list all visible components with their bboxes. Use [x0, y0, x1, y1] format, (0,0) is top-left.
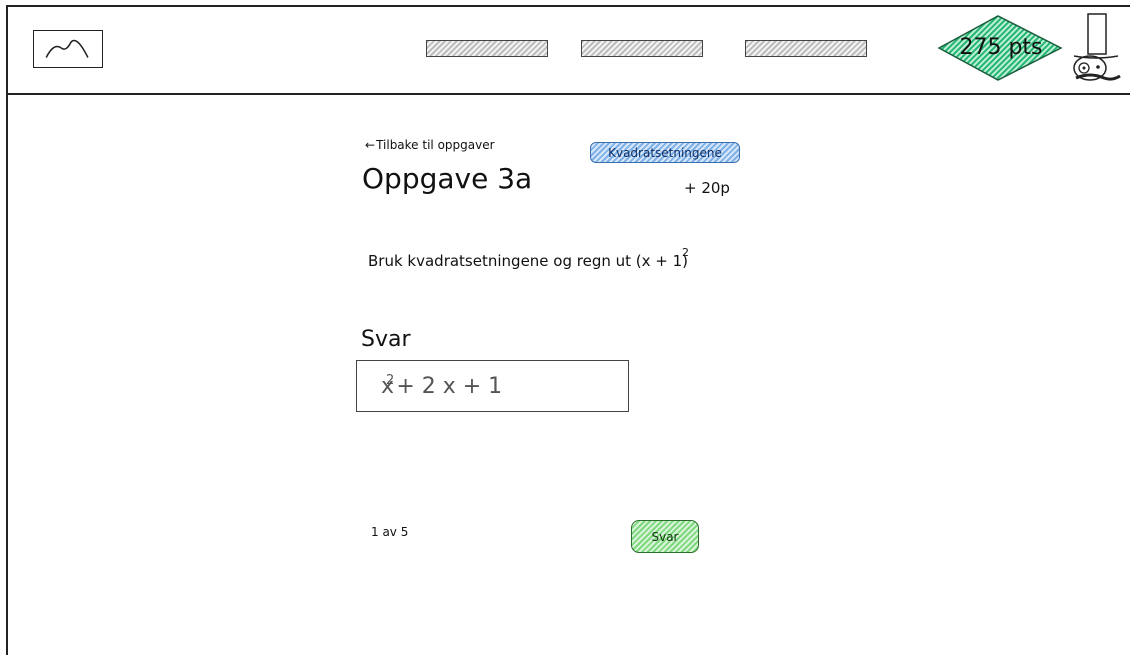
nav-item-2[interactable]: [581, 40, 703, 57]
page-title: Oppgave 3a: [362, 162, 533, 195]
answer-exponent: 2: [386, 372, 395, 388]
page-counter: 1 av 5: [371, 525, 409, 539]
logo[interactable]: [33, 30, 103, 68]
arrow-left-icon: ←: [365, 138, 376, 152]
answer-label: Svar: [361, 327, 411, 352]
points-badge: 275 pts: [936, 14, 1066, 84]
question-text: Bruk kvadratsetningene og regn ut (x + 1…: [368, 246, 689, 270]
nav-item-3[interactable]: [745, 40, 867, 57]
back-to-tasks-link[interactable]: ← Tilbake til oppgaver: [365, 138, 495, 152]
top-bar: 275 pts: [6, 5, 1130, 95]
chef-avatar-icon: [1073, 13, 1121, 81]
answer-input[interactable]: x2 + 2 x + 1: [356, 360, 629, 412]
answer-rest: + 2 x + 1: [396, 373, 503, 399]
reward-points: + 20p: [684, 179, 730, 197]
back-link-label: Tilbake til oppgaver: [376, 138, 495, 152]
nav-item-1[interactable]: [426, 40, 548, 57]
page-frame: [6, 5, 1130, 655]
topic-tag[interactable]: Kvadratsetningene: [590, 142, 740, 163]
points-value: 275 pts: [959, 34, 1043, 60]
question-exponent: 2: [682, 246, 690, 259]
submit-button[interactable]: Svar: [631, 520, 699, 553]
mountain-icon: [45, 39, 89, 58]
avatar[interactable]: [1068, 12, 1124, 84]
question-body: Bruk kvadratsetningene og regn ut (x + 1…: [368, 252, 689, 270]
